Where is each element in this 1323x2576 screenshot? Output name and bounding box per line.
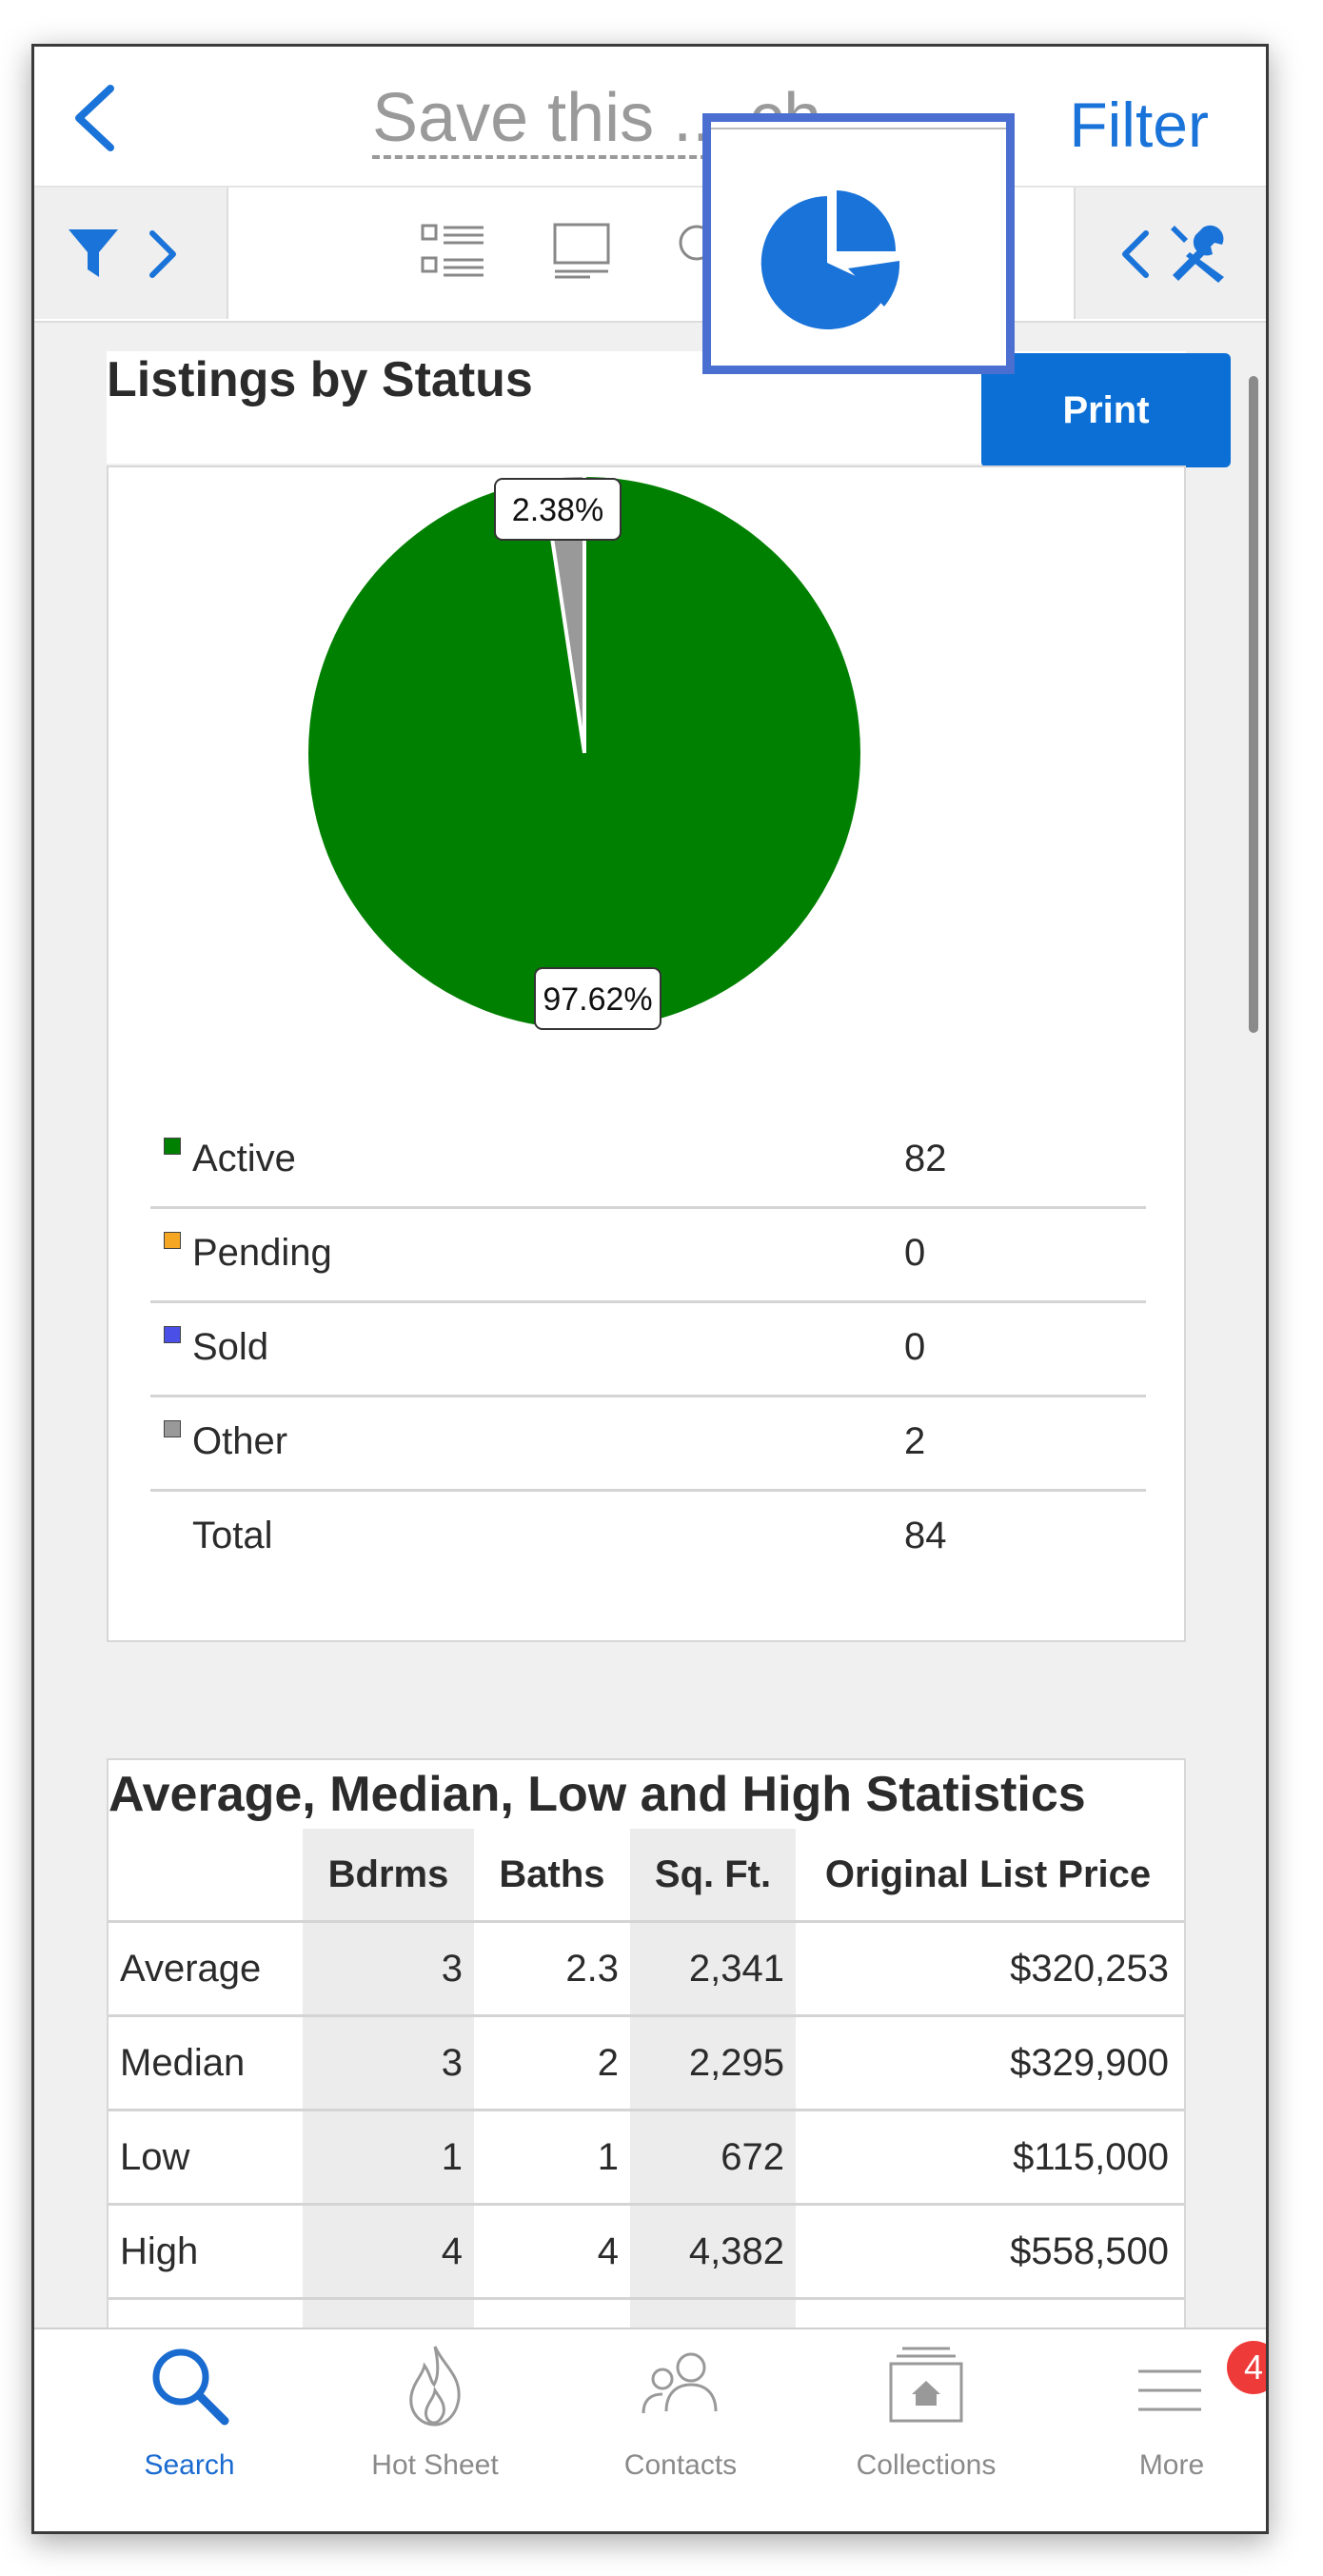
column-header: Sq. Ft. <box>630 1829 796 1923</box>
tab-more[interactable]: More 4 <box>1049 2329 1266 2531</box>
table-row: Average32.32,341$320,253$3 <box>109 1921 1184 2017</box>
statistics-card: Average, Median, Low and High Statistics… <box>107 1758 1186 2374</box>
table-cell: $3 <box>1180 1921 1184 2017</box>
legend-label: Sold <box>192 1326 269 1368</box>
column-header <box>109 1829 303 1923</box>
table-cell: $558,500 <box>796 2204 1180 2300</box>
legend-value: 84 <box>904 1515 947 1556</box>
list-view-icon[interactable] <box>421 222 485 283</box>
tab-label: Collections <box>856 2449 997 2481</box>
legend-row-sold: Sold 0 <box>150 1303 1146 1397</box>
row-label: Low <box>109 2110 303 2206</box>
status-pie-chart: 2.38% 97.62% <box>305 472 864 1033</box>
legend-row-active: Active 82 <box>150 1115 1146 1209</box>
table-cell: 2,341 <box>630 1921 796 2017</box>
legend-label: Pending <box>192 1232 332 1274</box>
filter-icon <box>69 229 118 277</box>
table-cell: 3 <box>303 1921 474 2017</box>
column-header: List <box>1180 1829 1184 1923</box>
table-cell: $1 <box>1180 2110 1184 2206</box>
notification-badge: 4 <box>1227 2341 1266 2394</box>
status-legend: Active 82 Pending 0 Sold 0 Other 2 Total 84 <box>150 1115 1146 1583</box>
statistics-table: BdrmsBathsSq. Ft.Original List PriceList… <box>109 1829 1184 2374</box>
svg-text:2.38%: 2.38% <box>512 492 603 528</box>
legend-label: Other <box>192 1420 288 1462</box>
legend-label: Total <box>192 1515 273 1556</box>
table-cell: 2.3 <box>474 1921 630 2017</box>
tab-label: Search <box>144 2449 235 2481</box>
view-toolbar <box>34 188 1266 323</box>
tab-contacts[interactable]: Contacts <box>558 2329 803 2531</box>
table-row: Low11672$115,000$1 <box>109 2110 1184 2206</box>
table-cell: 4,382 <box>630 2204 796 2300</box>
table-cell: 2,295 <box>630 2015 796 2111</box>
table-cell: $320,253 <box>796 1921 1180 2017</box>
tab-label: Contacts <box>623 2449 738 2481</box>
column-header: Baths <box>474 1829 630 1923</box>
column-header: Bdrms <box>303 1829 474 1923</box>
table-cell: 672 <box>630 2110 796 2206</box>
table-row: Median322,295$329,900$3: <box>109 2015 1184 2111</box>
svg-text:97.62%: 97.62% <box>543 981 652 1018</box>
table-cell: 1 <box>474 2110 630 2206</box>
table-cell: $4 <box>1180 2204 1184 2300</box>
legend-value: 0 <box>904 1232 926 1274</box>
app-window: Save this ... ch Filter Listings by Stat… <box>31 44 1269 2534</box>
gallery-view-icon[interactable] <box>552 222 611 279</box>
pie-chart-icon <box>760 190 900 329</box>
legend-swatch <box>164 1138 181 1155</box>
tools-icon <box>1171 225 1224 283</box>
pie-label-other: 2.38% <box>494 478 622 541</box>
table-header-row: BdrmsBathsSq. Ft.Original List PriceList <box>109 1829 1184 1923</box>
bottom-tab-bar: Search Hot Sheet Contacts Collections More 4 <box>34 2328 1266 2531</box>
row-label: Average <box>109 1921 303 2017</box>
legend-row-total: Total 84 <box>150 1492 1146 1583</box>
chevron-right-icon <box>149 230 176 278</box>
table-cell: 2 <box>474 2015 630 2111</box>
tab-label: Hot Sheet <box>371 2449 499 2481</box>
column-header: Original List Price <box>796 1829 1180 1923</box>
table-cell: $115,000 <box>796 2110 1180 2206</box>
vertical-scrollbar[interactable] <box>1249 376 1258 1033</box>
legend-row-other: Other 2 <box>150 1397 1146 1492</box>
filter-link[interactable]: Filter <box>1069 89 1209 161</box>
table-cell: 3 <box>303 2015 474 2111</box>
legend-value: 2 <box>904 1420 926 1462</box>
tab-hot-sheet[interactable]: Hot Sheet <box>312 2329 558 2531</box>
table-cell: 1 <box>303 2110 474 2206</box>
statistics-title: Average, Median, Low and High Statistics <box>109 1767 1086 1822</box>
popup-divider <box>711 128 1006 129</box>
table-cell: $329,900 <box>796 2015 1180 2111</box>
pie-label-active: 97.62% <box>534 967 662 1030</box>
pie-slice-active[interactable] <box>305 472 864 1033</box>
chart-view-popup[interactable] <box>702 113 1015 374</box>
row-label: Median <box>109 2015 303 2111</box>
legend-value: 0 <box>904 1326 926 1368</box>
print-button[interactable]: Print <box>981 353 1231 467</box>
tab-search[interactable]: Search <box>67 2329 312 2531</box>
report-content[interactable]: Listings by Status Print 2.38% 97.62% Act… <box>34 323 1266 2374</box>
legend-swatch <box>164 1232 181 1249</box>
legend-value: 82 <box>904 1138 947 1179</box>
legend-swatch <box>164 1326 181 1343</box>
table-cell: 4 <box>303 2204 474 2300</box>
report-title: Listings by Status <box>107 352 533 407</box>
legend-swatch <box>164 1420 181 1437</box>
tab-collections[interactable]: Collections <box>803 2329 1049 2531</box>
table-row: High444,382$558,500$4 <box>109 2204 1184 2300</box>
back-button[interactable] <box>68 85 125 151</box>
row-label: High <box>109 2204 303 2300</box>
top-nav-bar: Save this ... ch Filter <box>34 47 1266 188</box>
tools-panel-toggle[interactable] <box>1074 188 1266 319</box>
filter-panel-toggle[interactable] <box>34 188 228 319</box>
table-cell: 4 <box>474 2204 630 2300</box>
table-cell: $3: <box>1180 2015 1184 2111</box>
chevron-left-icon <box>75 85 114 151</box>
chevron-left-icon <box>1122 230 1149 278</box>
status-chart-card: 2.38% 97.62% Active 82 Pending 0 Sold 0 Other 2 T… <box>107 466 1186 1642</box>
legend-label: Active <box>192 1138 296 1179</box>
legend-row-pending: Pending 0 <box>150 1209 1146 1303</box>
tab-label: More <box>1138 2449 1205 2481</box>
